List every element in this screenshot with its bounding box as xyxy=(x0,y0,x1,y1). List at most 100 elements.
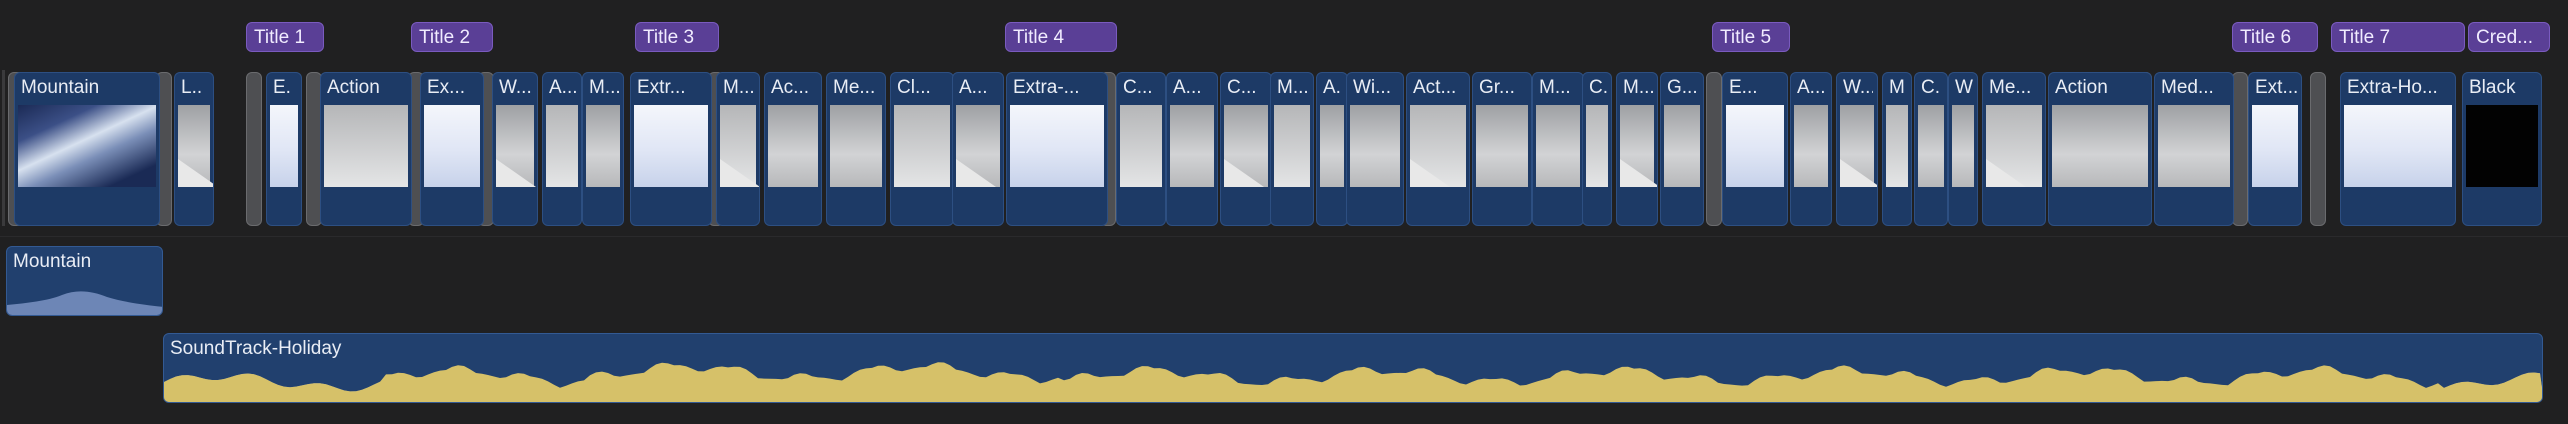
gap-clip[interactable] xyxy=(246,72,262,226)
clip-label: M... xyxy=(1623,77,1653,98)
clip-label: M... xyxy=(589,77,619,98)
storyline-clip[interactable]: Med... xyxy=(2154,72,2234,226)
thumbnail-detail xyxy=(1410,159,1450,187)
storyline-clip[interactable]: M... xyxy=(1616,72,1658,226)
clip-thumbnail xyxy=(1664,105,1700,187)
clip-thumbnail xyxy=(324,105,408,187)
storyline-clip[interactable]: C. xyxy=(1582,72,1612,226)
storyline-clip[interactable]: Gr... xyxy=(1472,72,1532,226)
clip-label: Mountain xyxy=(21,77,100,98)
clip-label: W... xyxy=(1843,77,1873,98)
timeline[interactable]: Title 1 Title 2 Title 3 Title 4 Title 5 … xyxy=(0,0,2568,424)
storyline-clip[interactable]: Extra-Ho... xyxy=(2340,72,2456,226)
title-clip-credits[interactable]: Cred... xyxy=(2468,22,2550,52)
title-clip-3[interactable]: Title 3 xyxy=(635,22,719,52)
storyline-clip[interactable]: Wi... xyxy=(1346,72,1404,226)
storyline-clip[interactable]: A. xyxy=(1316,72,1348,226)
title-clip-2[interactable]: Title 2 xyxy=(411,22,493,52)
clip-label: M... xyxy=(1539,77,1571,98)
storyline-clip[interactable]: Extra-... xyxy=(1006,72,1108,226)
clip-label: M... xyxy=(1277,77,1309,98)
gap-clip[interactable] xyxy=(2310,72,2326,226)
storyline-clip[interactable]: M... xyxy=(1270,72,1314,226)
storyline-clip[interactable]: W... xyxy=(492,72,538,226)
gap-clip[interactable] xyxy=(1706,72,1722,226)
storyline-clip[interactable]: Ext... xyxy=(2248,72,2302,226)
clip-thumbnail xyxy=(496,105,536,187)
clip-label: Ex... xyxy=(427,77,466,98)
gap-clip[interactable] xyxy=(2232,72,2248,226)
clip-thumbnail xyxy=(1410,105,1466,187)
audio-clip-mountain[interactable]: Mountain xyxy=(6,246,163,316)
timeline-left-edge xyxy=(2,70,5,226)
clip-thumbnail xyxy=(2466,105,2538,187)
title-clip-4[interactable]: Title 4 xyxy=(1005,22,1117,52)
clip-thumbnail xyxy=(2158,105,2230,187)
clip-thumbnail xyxy=(720,105,759,187)
storyline-clip[interactable]: A... xyxy=(542,72,582,226)
storyline-clip[interactable]: M xyxy=(1882,72,1912,226)
storyline-clip[interactable]: Cl... xyxy=(890,72,954,226)
storyline-clip[interactable]: E... xyxy=(1722,72,1788,226)
clip-label: Extra-... xyxy=(1013,77,1080,98)
clip-thumbnail xyxy=(830,105,882,187)
storyline-clip[interactable]: W... xyxy=(1836,72,1878,226)
storyline-clip[interactable]: Ac... xyxy=(764,72,822,226)
storyline-clip[interactable]: Extr... xyxy=(630,72,712,226)
storyline-clip[interactable]: E. xyxy=(266,72,302,226)
storyline-clip[interactable]: A... xyxy=(1790,72,1832,226)
clip-label: M xyxy=(1889,77,1905,98)
clip-label: Me... xyxy=(833,77,876,98)
clip-label: Cl... xyxy=(897,77,931,98)
clip-thumbnail xyxy=(270,105,298,187)
storyline-clip[interactable]: L.. xyxy=(174,72,214,226)
storyline-clip[interactable]: Act... xyxy=(1406,72,1470,226)
storyline-clip[interactable]: A... xyxy=(952,72,1004,226)
clip-label: Extra-Ho... xyxy=(2347,77,2438,98)
storyline-clip[interactable]: Me... xyxy=(826,72,886,226)
audio-clip-soundtrack-holiday[interactable]: SoundTrack-Holiday xyxy=(163,333,2543,403)
storyline-clip[interactable]: Me... xyxy=(1982,72,2046,226)
clip-thumbnail xyxy=(956,105,1000,187)
storyline-clip[interactable]: G... xyxy=(1660,72,1704,226)
storyline-clip[interactable]: Ex... xyxy=(420,72,484,226)
clip-thumbnail xyxy=(18,105,156,187)
clip-label: W xyxy=(1955,77,1973,98)
clip-thumbnail xyxy=(1224,105,1268,187)
storyline-clip[interactable]: C... xyxy=(1220,72,1272,226)
clip-thumbnail xyxy=(1320,105,1344,187)
storyline-clip[interactable]: M... xyxy=(1532,72,1584,226)
clip-label: C. xyxy=(1921,77,1940,98)
storyline-clip[interactable]: Black xyxy=(2462,72,2542,226)
clip-label: Me... xyxy=(1989,77,2032,98)
storyline-clip[interactable]: A... xyxy=(1166,72,1218,226)
clip-label: Ext... xyxy=(2255,77,2297,98)
storyline-clip[interactable]: Mountain xyxy=(14,72,160,226)
storyline-clip[interactable]: W xyxy=(1948,72,1978,226)
clip-label: A... xyxy=(549,77,577,98)
clip-thumbnail xyxy=(2052,105,2148,187)
title-clip-label: Title 6 xyxy=(2240,27,2292,48)
clip-label: A... xyxy=(959,77,988,98)
title-clip-6[interactable]: Title 6 xyxy=(2232,22,2318,52)
storyline-clip[interactable]: C. xyxy=(1914,72,1948,226)
storyline-clip[interactable]: C... xyxy=(1116,72,1166,226)
storyline-clip[interactable]: Action xyxy=(320,72,412,226)
clip-label: Black xyxy=(2469,77,2516,98)
track-divider xyxy=(0,236,2568,237)
clip-label: W... xyxy=(499,77,532,98)
storyline-clip[interactable]: M... xyxy=(716,72,760,226)
title-clip-5[interactable]: Title 5 xyxy=(1712,22,1790,52)
thumbnail-detail xyxy=(178,159,213,187)
clip-label: C. xyxy=(1589,77,1607,98)
title-clip-label: Title 1 xyxy=(254,27,306,48)
storyline-clip[interactable]: Action xyxy=(2048,72,2152,226)
thumbnail-detail xyxy=(496,159,536,187)
storyline-clip[interactable]: M... xyxy=(582,72,624,226)
clip-thumbnail xyxy=(2344,105,2452,187)
thumbnail-detail xyxy=(1840,159,1877,187)
clip-thumbnail xyxy=(178,105,213,187)
title-clip-1[interactable]: Title 1 xyxy=(246,22,324,52)
clip-thumbnail xyxy=(1120,105,1162,187)
title-clip-7[interactable]: Title 7 xyxy=(2331,22,2465,52)
